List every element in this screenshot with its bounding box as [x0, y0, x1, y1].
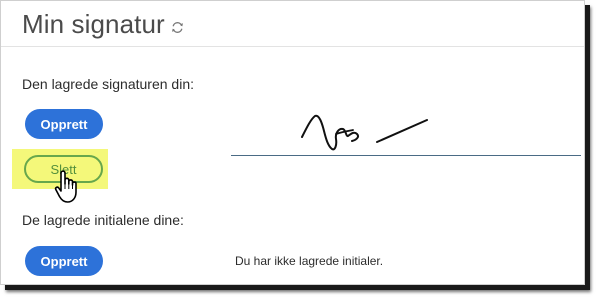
no-initials-message: Du har ikke lagrede initialer.	[235, 254, 384, 268]
hand-pointer-icon	[54, 169, 82, 205]
signature-baseline	[231, 155, 581, 156]
create-signature-button[interactable]: Opprett	[25, 109, 103, 139]
signature-image	[299, 109, 431, 155]
signature-panel: Min signatur Den lagrede signaturen din:…	[0, 0, 585, 285]
title-divider	[1, 46, 584, 47]
create-initials-button[interactable]: Opprett	[25, 246, 103, 276]
page-title: Min signatur	[22, 9, 165, 39]
refresh-icon[interactable]	[171, 21, 184, 34]
saved-initials-label: De lagrede initialene dine:	[22, 212, 184, 228]
saved-signature-label: Den lagrede signaturen din:	[22, 76, 195, 92]
title-row: Min signatur	[22, 9, 184, 40]
